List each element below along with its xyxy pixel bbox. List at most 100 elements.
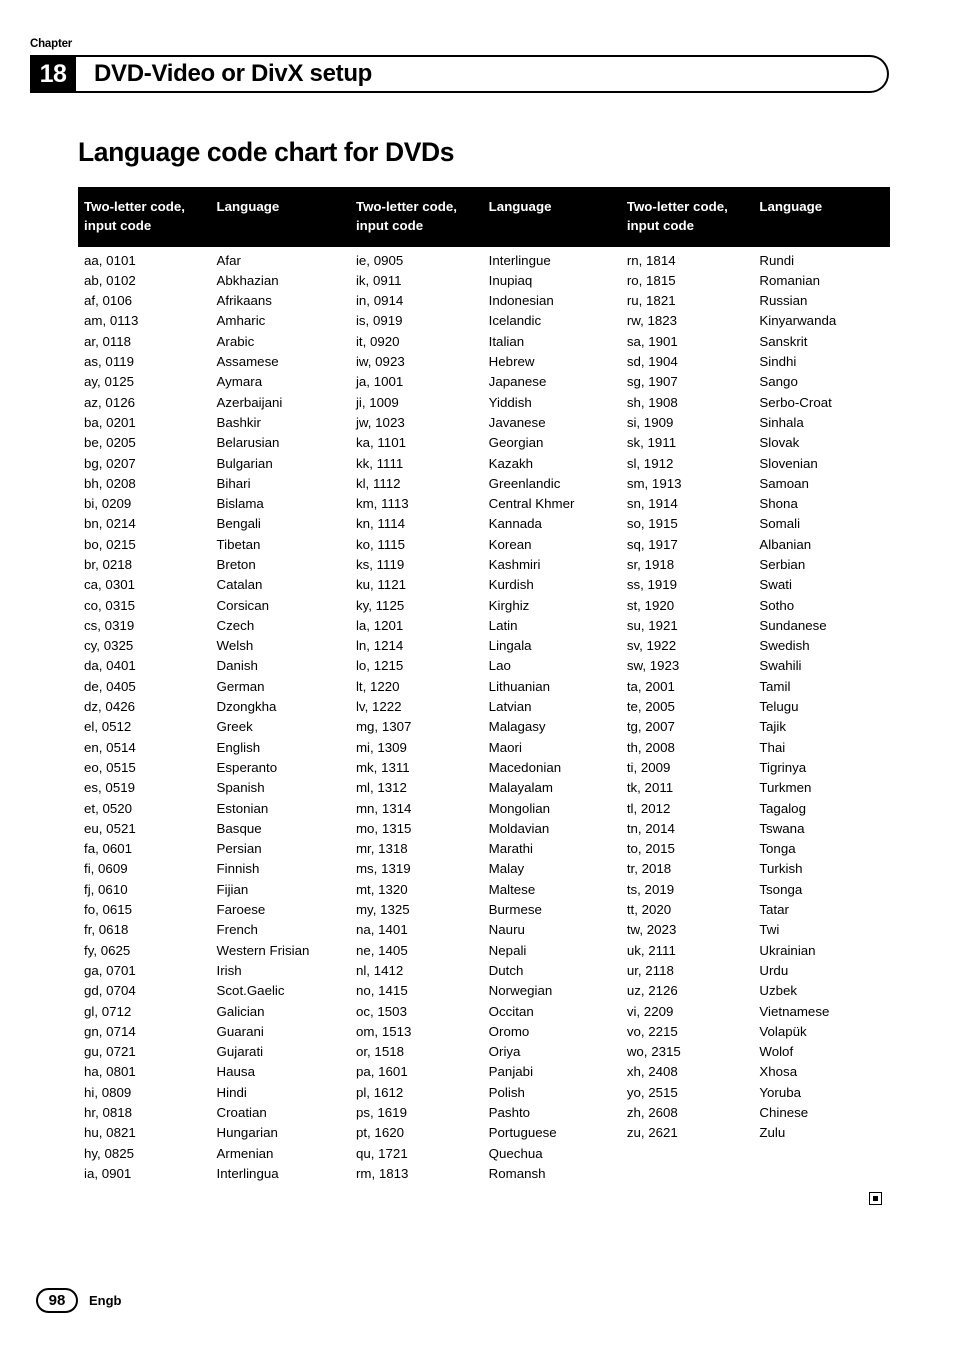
table-row: be, 0205 Belarusian ka, 1101 Georgian sk, 19…	[78, 433, 890, 453]
cell-code: fy, 0625	[84, 942, 131, 958]
chapter-label: Chapter	[30, 38, 73, 50]
cell-code: lo, 1215	[355, 658, 404, 674]
cell-language: Spanish	[216, 780, 265, 796]
cell-language: Swati	[759, 577, 792, 593]
cell-language: Bislama	[216, 496, 264, 512]
cell-code: iw, 0923	[355, 354, 405, 370]
cell-code: bg, 0207	[84, 455, 136, 471]
cell-language: Armenian	[216, 1145, 274, 1161]
cell-code: jw, 1023	[355, 414, 405, 430]
table-row: ab, 0102 Abkhazian ik, 0911 Inupiaq ro, 1815…	[78, 271, 890, 291]
cell-language: Dzongkha	[216, 699, 277, 715]
cell-code: tl, 2012	[626, 800, 671, 816]
cell-language: Occitan	[488, 1003, 534, 1019]
page-footer: 98 Engb	[36, 1288, 122, 1313]
chapter-title: DVD-Video or DivX setup	[94, 60, 373, 87]
cell-language: Sotho	[759, 597, 795, 613]
cell-code: fr, 0618	[84, 922, 129, 938]
table-row: hu, 0821 Hungarian pt, 1620 Portuguese zu, 2…	[78, 1123, 890, 1143]
table-row: ga, 0701 Irish nl, 1412 Dutch ur, 2118 Urdu	[78, 961, 890, 981]
cell-code: gn, 0714	[84, 1023, 136, 1039]
cell-language: Oromo	[488, 1023, 530, 1039]
cell-code: is, 0919	[355, 313, 403, 329]
cell-language: Bulgarian	[216, 455, 273, 471]
table-row: gn, 0714 Guarani om, 1513 Oromo vo, 2215 Vola…	[78, 1022, 890, 1042]
cell-code: rw, 1823	[626, 313, 678, 329]
cell-language: Hebrew	[488, 354, 535, 370]
cell-language: Tonga	[759, 841, 796, 857]
table-row: fo, 0615 Faroese my, 1325 Burmese tt, 2020 Ta…	[78, 900, 890, 920]
cell-language: Kirghiz	[488, 597, 530, 613]
table-row: gl, 0712 Galician oc, 1503 Occitan vi, 2209 V…	[78, 1002, 890, 1022]
cell-language: Georgian	[488, 435, 544, 451]
cell-code: sw, 1923	[626, 658, 680, 674]
cell-code: en, 0514	[84, 739, 136, 755]
table-row: fy, 0625 Western Frisian ne, 1405 Nepali uk,…	[78, 941, 890, 961]
table-row: ay, 0125 Aymara ja, 1001 Japanese sg, 1907 Sa…	[78, 372, 890, 392]
cell-language: Sinhala	[759, 414, 804, 430]
cell-language: Macedonian	[488, 759, 562, 775]
cell-code: as, 0119	[84, 354, 135, 370]
table-row: dz, 0426 Dzongkha lv, 1222 Latvian te, 2005 T…	[78, 697, 890, 717]
cell-language: Twi	[759, 922, 780, 938]
cell-language: Tatar	[759, 902, 789, 918]
table-row: hr, 0818 Croatian ps, 1619 Pashto zh, 2608 Ch…	[78, 1103, 890, 1123]
column-header-language-3: Language	[753, 187, 890, 247]
cell-language: Malay	[488, 861, 525, 877]
cell-code: to, 2015	[626, 841, 675, 857]
language-code-table: Two-letter code, input code Language Two…	[78, 187, 890, 1184]
cell-code: it, 0920	[355, 333, 400, 349]
cell-language: Estonian	[216, 800, 269, 816]
cell-code: am, 0113	[84, 313, 139, 329]
cell-code: in, 0914	[355, 293, 404, 309]
cell-code: mn, 1314	[355, 800, 412, 816]
cell-language: Norwegian	[488, 983, 553, 999]
cell-language: Scot.Gaelic	[216, 983, 285, 999]
cell-code: ku, 1121	[355, 577, 406, 593]
cell-language: Marathi	[488, 841, 534, 857]
cell-language: Tswana	[759, 820, 805, 836]
cell-code: tw, 2023	[626, 922, 677, 938]
document-page: Chapter 18 DVD-Video or DivX setup Langu…	[0, 0, 954, 1352]
cell-language: Amharic	[216, 313, 266, 329]
cell-language: Danish	[216, 658, 258, 674]
table-row: el, 0512 Greek mg, 1307 Malagasy tg, 2007 Taj…	[78, 717, 890, 737]
cell-language: Javanese	[488, 414, 546, 430]
table-row: bo, 0215 Tibetan ko, 1115 Korean sq, 1917 Alb…	[78, 535, 890, 555]
cell-code: fo, 0615	[84, 902, 133, 918]
table-row: de, 0405 German lt, 1220 Lithuanian ta, 2001…	[78, 677, 890, 697]
cell-language: Bihari	[216, 475, 251, 491]
cell-code: af, 0106	[84, 293, 133, 309]
cell-code: ta, 2001	[626, 678, 675, 694]
cell-code: oc, 1503	[355, 1003, 407, 1019]
cell-code: rn, 1814	[626, 252, 676, 268]
cell-code: su, 1921	[626, 617, 678, 633]
cell-code: uz, 2126	[626, 983, 678, 999]
cell-code: tn, 2014	[626, 820, 675, 836]
cell-code: br, 0218	[84, 556, 133, 572]
cell-language: English	[216, 739, 261, 755]
cell-code: eo, 0515	[84, 759, 136, 775]
page-number: 98	[36, 1288, 78, 1313]
cell-language: Azerbaijani	[216, 394, 283, 410]
table-row: et, 0520 Estonian mn, 1314 Mongolian tl, 201…	[78, 799, 890, 819]
table-row: fj, 0610 Fijian mt, 1320 Maltese ts, 2019 Tso…	[78, 880, 890, 900]
cell-language: Slovak	[759, 435, 800, 451]
cell-code: tg, 2007	[626, 719, 675, 735]
cell-code: sd, 1904	[626, 354, 678, 370]
cell-code: zh, 2608	[626, 1105, 678, 1120]
cell-code: be, 0205	[84, 435, 136, 451]
cell-code: ie, 0905	[355, 252, 404, 268]
cell-code: na, 1401	[355, 922, 408, 938]
cell-language: Russian	[759, 293, 808, 309]
cell-language: Zulu	[759, 1125, 786, 1141]
cell-code: ts, 2019	[626, 881, 675, 897]
cell-code: lv, 1222	[355, 699, 402, 715]
cell-code: tt, 2020	[626, 902, 672, 918]
cell-code: mk, 1311	[355, 759, 410, 775]
chapter-number: 18	[30, 55, 76, 93]
cell-language: Somali	[759, 516, 801, 532]
cell-language: Greenlandic	[488, 475, 561, 491]
cell-code: vi, 2209	[626, 1003, 674, 1019]
cell-code: aa, 0101	[84, 252, 136, 268]
